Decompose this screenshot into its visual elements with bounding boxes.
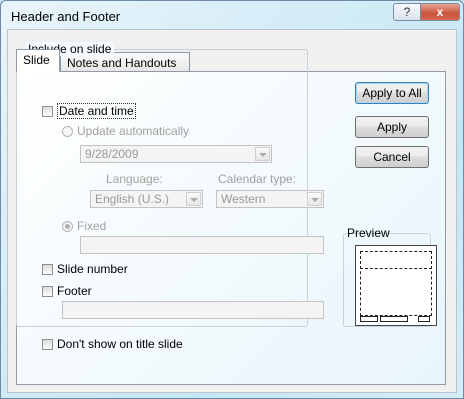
date-and-time-checkbox[interactable]: Date and time (42, 103, 136, 119)
chevron-down-icon[interactable] (255, 147, 270, 161)
apply-to-all-button[interactable]: Apply to All (355, 82, 429, 104)
slide-number-box[interactable] (42, 263, 53, 275)
footer-checkbox[interactable]: Footer (42, 284, 92, 298)
language-label: Language: (106, 172, 163, 186)
fixed-date-input[interactable] (80, 236, 324, 254)
tab-slide[interactable]: Slide (16, 49, 60, 72)
calendar-type-value: Western (221, 192, 266, 206)
preview-footer-placeholder (380, 316, 408, 322)
slide-number-checkbox[interactable]: Slide number (42, 262, 128, 276)
fixed-label: Fixed (77, 219, 107, 233)
footer-label: Footer (57, 284, 92, 298)
date-and-time-box[interactable] (42, 105, 53, 117)
preview-label: Preview (347, 226, 390, 240)
close-button[interactable]: x (420, 3, 460, 21)
help-button[interactable]: ? (393, 3, 421, 21)
cancel-button[interactable]: Cancel (355, 146, 429, 168)
dialog-title: Header and Footer (11, 9, 121, 24)
dont-show-on-title-slide-box[interactable] (42, 338, 53, 350)
fixed-dot[interactable] (62, 220, 73, 232)
preview-date-placeholder (360, 316, 378, 322)
date-format-combo[interactable]: 9/28/2009 (80, 145, 272, 163)
apply-button[interactable]: Apply (355, 116, 429, 138)
footer-input[interactable] (62, 301, 324, 319)
date-and-time-label: Date and time (57, 103, 136, 119)
dont-show-on-title-slide-label: Don't show on title slide (57, 337, 183, 351)
preview-body-placeholder (360, 266, 432, 316)
preview-slide-number-placeholder (418, 316, 430, 322)
slide-number-label: Slide number (57, 262, 128, 276)
help-icon: ? (403, 5, 411, 19)
fixed-radio[interactable]: Fixed (62, 219, 106, 233)
update-automatically-radio[interactable]: Update automatically (62, 124, 189, 138)
title-bar: Header and Footer ? x (1, 1, 463, 31)
chevron-down-icon[interactable] (186, 192, 201, 206)
preview-slide-thumbnail (355, 245, 437, 326)
language-value: English (U.S.) (95, 192, 170, 206)
date-format-value: 9/28/2009 (85, 147, 139, 161)
dont-show-on-title-slide-checkbox[interactable]: Don't show on title slide (42, 337, 183, 351)
language-combo[interactable]: English (U.S.) (90, 190, 203, 208)
chevron-down-icon[interactable] (307, 192, 322, 206)
update-automatically-label: Update automatically (77, 124, 190, 138)
close-icon: x (436, 5, 444, 19)
calendar-type-combo[interactable]: Western (216, 190, 324, 208)
calendar-type-label: Calendar type: (218, 172, 297, 186)
footer-box[interactable] (42, 285, 53, 297)
update-automatically-dot[interactable] (62, 125, 73, 137)
